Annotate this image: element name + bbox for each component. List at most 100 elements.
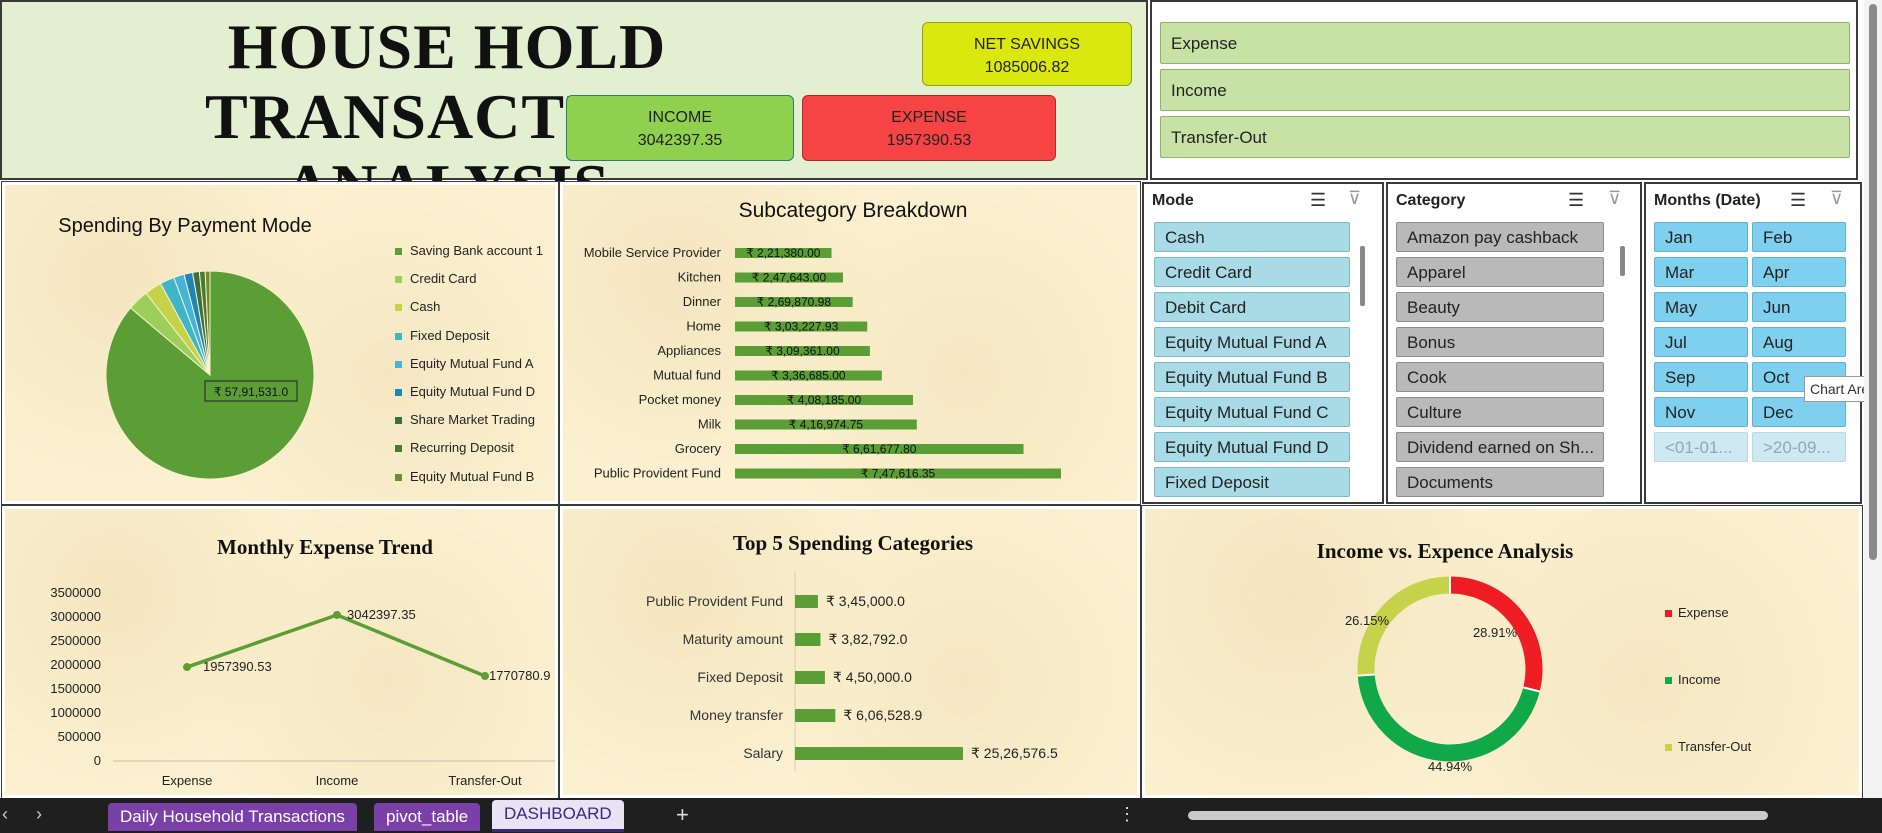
- expense-card: EXPENSE 1957390.53: [802, 95, 1056, 161]
- bar-category-label: Home: [686, 319, 721, 334]
- clear-filter-icon[interactable]: ⊽: [1830, 188, 1843, 209]
- month-slicer-item[interactable]: Aug: [1752, 327, 1846, 357]
- mode-slicer-item[interactable]: Debit Card: [1154, 292, 1350, 322]
- month-slicer-item[interactable]: Apr: [1752, 257, 1846, 287]
- legend-label: Expense: [1678, 605, 1729, 620]
- legend-label: Equity Mutual Fund A: [410, 355, 534, 371]
- income-card: INCOME 3042397.35: [566, 95, 794, 161]
- subcategory-chart[interactable]: Subcategory Breakdown Mobile Service Pro…: [559, 181, 1141, 505]
- clear-filter-icon[interactable]: ⊽: [1348, 188, 1361, 209]
- bar-category-label: Maturity amount: [683, 631, 783, 647]
- category-slicer-item[interactable]: Apparel: [1396, 257, 1604, 287]
- bar-data-label: ₹ 3,36,685.00: [771, 369, 846, 383]
- category-slicer-scrollbar[interactable]: [1620, 246, 1625, 276]
- category-slicer-item[interactable]: Culture: [1396, 397, 1604, 427]
- legend-label: Credit Card: [410, 271, 477, 287]
- title-banner: HOUSE HOLD TRANSACTION ANALYSIS NET SAVI…: [0, 0, 1148, 222]
- legend-item: Recurring Deposit: [395, 440, 514, 455]
- clear-filter-icon[interactable]: ⊽: [1608, 188, 1621, 209]
- mode-slicer-item[interactable]: Equity Mutual Fund C: [1154, 397, 1350, 427]
- legend-item: Saving Bank account 1: [395, 243, 543, 258]
- month-slicer-item[interactable]: Feb: [1752, 222, 1846, 252]
- x-tick-label: Income: [316, 773, 359, 788]
- category-slicer-item[interactable]: Dividend earned on Sh...: [1396, 432, 1604, 462]
- type-slicer-item[interactable]: Expense: [1160, 22, 1850, 64]
- income-label: INCOME: [648, 109, 712, 126]
- bar-category-label: Mutual fund: [653, 368, 721, 383]
- net-savings-card: NET SAVINGS 1085006.82: [922, 22, 1132, 86]
- legend-label: Saving Bank account 1: [410, 243, 543, 258]
- sheet-tab-pivot[interactable]: pivot_table: [374, 803, 481, 831]
- add-sheet-button[interactable]: +: [676, 802, 689, 828]
- bar-data-label: ₹ 2,69,870.98: [757, 295, 832, 309]
- scroll-right-icon[interactable]: ›: [36, 804, 42, 825]
- horizontal-scrollbar[interactable]: [1150, 808, 1864, 824]
- category-slicer: Category ☰ ⊽ Amazon pay cashback Apparel B…: [1386, 182, 1642, 504]
- more-options-icon[interactable]: ⋮: [1118, 804, 1136, 825]
- bar-category-label: Fixed Deposit: [697, 669, 783, 685]
- vertical-scrollbar[interactable]: [1864, 0, 1882, 798]
- bar-data-label: ₹ 6,61,677.80: [842, 442, 917, 456]
- category-slicer-title: Category: [1396, 192, 1466, 209]
- month-slicer-item[interactable]: Jul: [1654, 327, 1748, 357]
- month-slicer-item[interactable]: Nov: [1654, 397, 1748, 427]
- legend-item: Expense: [1665, 605, 1729, 620]
- y-tick-label: 1500000: [50, 681, 101, 696]
- bar-category-label: Milk: [698, 417, 722, 432]
- bar-data-label: ₹ 4,08,185.00: [787, 393, 862, 407]
- income-expense-chart[interactable]: Income vs. Expence Analysis 28.91% 44.94%…: [1141, 505, 1863, 799]
- mode-slicer-scrollbar[interactable]: [1360, 246, 1365, 306]
- y-tick-label: 1000000: [50, 705, 101, 720]
- vertical-scroll-thumb[interactable]: [1869, 4, 1877, 560]
- income-value: 3042397.35: [637, 132, 723, 149]
- expense-value: 1957390.53: [886, 132, 972, 149]
- y-tick-label: 3000000: [50, 609, 101, 624]
- month-slicer-item[interactable]: <01-01...: [1654, 432, 1748, 462]
- sheet-tab-dashboard[interactable]: DASHBOARD: [492, 800, 624, 832]
- type-slicer-item[interactable]: Income: [1160, 69, 1850, 111]
- legend-item: Income: [1665, 672, 1721, 687]
- month-slicer-item[interactable]: >20-09...: [1752, 432, 1846, 462]
- bar-data-label: ₹ 3,09,361.00: [765, 344, 840, 358]
- sheet-tab-transactions[interactable]: Daily Household Transactions: [108, 803, 357, 831]
- mode-slicer-item[interactable]: Credit Card: [1154, 257, 1350, 287]
- month-slicer-item[interactable]: Jun: [1752, 292, 1846, 322]
- top5-chart[interactable]: Top 5 Spending Categories Public Provide…: [559, 505, 1141, 799]
- bar-data-label: ₹ 2,47,643.00: [752, 271, 827, 285]
- type-slicer: Expense Income Transfer-Out: [1150, 0, 1858, 180]
- legend-swatch: [395, 304, 402, 312]
- month-slicer-item[interactable]: Sep: [1654, 362, 1748, 392]
- bar-data-label: ₹ 2,21,380.00: [746, 246, 821, 260]
- type-slicer-item[interactable]: Transfer-Out: [1160, 116, 1850, 158]
- x-tick-label: Expense: [162, 773, 213, 788]
- month-slicer-item[interactable]: Jan: [1654, 222, 1748, 252]
- net-savings-label: NET SAVINGS: [973, 36, 1081, 53]
- mode-slicer-item[interactable]: Equity Mutual Fund D: [1154, 432, 1350, 462]
- multi-select-icon[interactable]: ☰: [1568, 190, 1584, 211]
- category-slicer-item[interactable]: Bonus: [1396, 327, 1604, 357]
- scroll-left-icon[interactable]: ‹: [2, 804, 8, 825]
- bar-data-label: ₹ 3,82,792.0: [828, 631, 907, 647]
- multi-select-icon[interactable]: ☰: [1310, 190, 1326, 211]
- category-slicer-item[interactable]: Documents: [1396, 467, 1604, 497]
- multi-select-icon[interactable]: ☰: [1790, 190, 1806, 211]
- category-slicer-item[interactable]: Beauty: [1396, 292, 1604, 322]
- mode-slicer-item[interactable]: Equity Mutual Fund A: [1154, 327, 1350, 357]
- y-tick-label: 0: [94, 753, 101, 768]
- month-slicer-item[interactable]: May: [1654, 292, 1748, 322]
- mode-slicer-item[interactable]: Fixed Deposit: [1154, 467, 1350, 497]
- monthly-trend-chart[interactable]: Monthly Expense Trend 3500000 3000000 2500…: [1, 505, 559, 799]
- mode-slicer-item[interactable]: Equity Mutual Fund B: [1154, 362, 1350, 392]
- horizontal-scroll-thumb[interactable]: [1188, 811, 1768, 820]
- bar-category-label: Money transfer: [690, 707, 784, 723]
- month-slicer-item[interactable]: Mar: [1654, 257, 1748, 287]
- category-slicer-item[interactable]: Amazon pay cashback: [1396, 222, 1604, 252]
- legend-item: Credit Card: [395, 271, 476, 286]
- bar-category-label: Appliances: [657, 343, 721, 358]
- bar-data-label: ₹ 4,50,000.0: [833, 669, 912, 685]
- mode-slicer-item[interactable]: Cash: [1154, 222, 1350, 252]
- legend-swatch: [395, 360, 402, 368]
- bar: [795, 595, 818, 608]
- category-slicer-item[interactable]: Cook: [1396, 362, 1604, 392]
- payment-mode-chart[interactable]: Spending By Payment Mode ₹ 57,91,531.0 S…: [1, 181, 559, 505]
